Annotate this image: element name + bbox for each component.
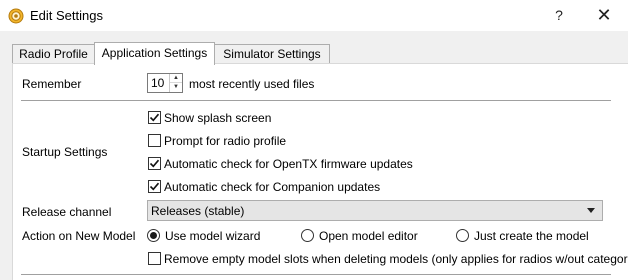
help-button[interactable]: ? [536,0,582,31]
window-title: Edit Settings [30,8,103,23]
spinbox-buttons: ▲ ▼ [169,74,182,92]
companion-gear-icon [8,8,24,24]
separator-line [21,274,611,275]
show-splash-checkbox[interactable] [148,111,161,124]
spin-up-arrow-icon[interactable]: ▲ [170,74,182,83]
recent-files-value: 10 [151,76,165,90]
checkmark-icon [149,159,160,168]
use-model-wizard-radio[interactable] [147,229,160,242]
opentx-update-checkbox[interactable] [148,157,161,170]
checkmark-icon [149,182,160,191]
remove-empty-slots-checkbox[interactable] [148,252,161,265]
remove-empty-slots-label: Remove empty model slots when deleting m… [164,252,628,266]
opentx-update-label: Automatic check for OpenTX firmware upda… [164,157,413,171]
release-channel-label: Release channel [22,205,112,219]
release-channel-value: Releases (stable) [151,204,245,218]
application-settings-panel: Remember 10 ▲ ▼ most recently used files… [12,63,628,280]
close-button[interactable]: ✕ [581,0,627,31]
new-model-action-label: Action on New Model [22,229,136,243]
tab-application-settings[interactable]: Application Settings [94,42,215,65]
open-model-editor-radio[interactable] [301,229,314,242]
prompt-radio-profile-label: Prompt for radio profile [164,134,287,148]
companion-update-label: Automatic check for Companion updates [164,180,381,194]
recent-files-spinbox[interactable]: 10 ▲ ▼ [147,73,183,93]
just-create-model-radio[interactable] [456,229,469,242]
title-bar: Edit Settings ? ✕ [0,0,628,31]
radio-selected-dot [150,232,157,239]
release-channel-dropdown[interactable]: Releases (stable) [147,200,603,221]
chevron-down-icon [587,208,595,213]
prompt-radio-profile-checkbox[interactable] [148,134,161,147]
recent-files-suffix: most recently used files [189,77,315,91]
tab-radio-profile[interactable]: Radio Profile [12,44,95,64]
separator-line [21,100,611,101]
open-model-editor-label: Open model editor [319,229,418,243]
spin-down-arrow-icon[interactable]: ▼ [170,83,182,92]
companion-update-checkbox[interactable] [148,180,161,193]
startup-settings-label: Startup Settings [22,145,108,159]
tab-simulator-settings[interactable]: Simulator Settings [214,44,330,64]
checkmark-icon [149,113,160,122]
just-create-model-label: Just create the model [474,229,589,243]
remember-label: Remember [22,77,82,91]
show-splash-label: Show splash screen [164,111,272,125]
use-model-wizard-label: Use model wizard [165,229,261,243]
